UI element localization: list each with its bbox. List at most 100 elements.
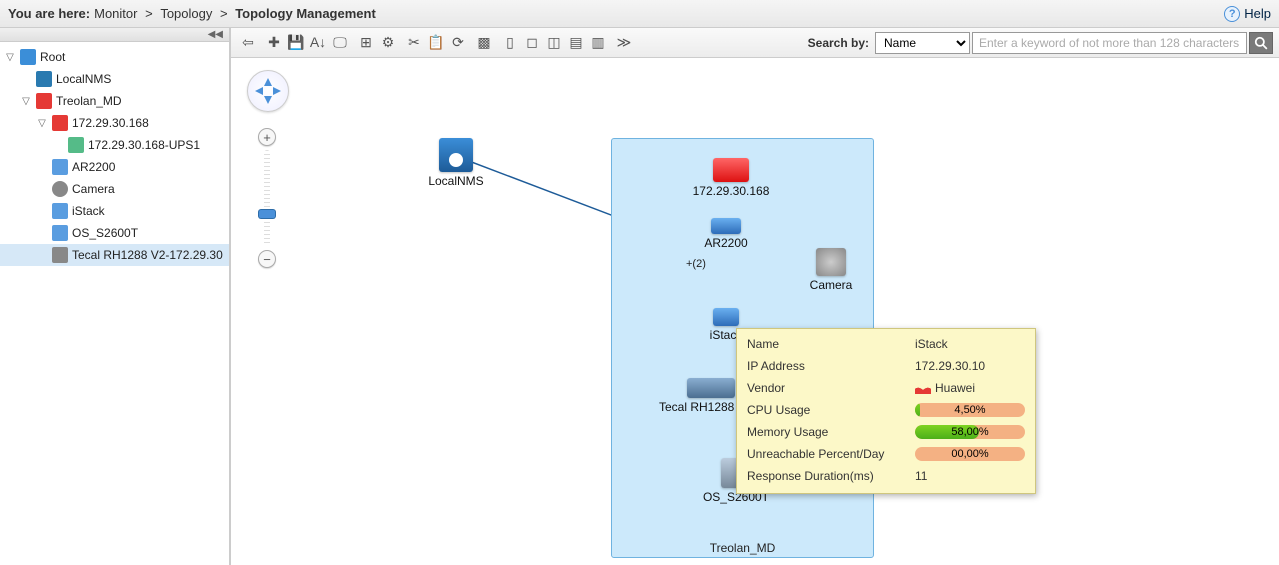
mem-bar: 58,00%	[915, 425, 1025, 439]
breadcrumb: You are here: Monitor > Topology > Topol…	[8, 6, 376, 21]
tt-unreach-k: Unreachable Percent/Day	[747, 447, 915, 461]
tree-item-label: Treolan_MD	[56, 94, 122, 108]
tree-item-icon	[68, 137, 84, 153]
huawei-logo-icon	[915, 382, 931, 394]
node-camera[interactable]: Camera	[776, 248, 886, 292]
toolbar-button-3[interactable]: A↓	[307, 31, 329, 53]
tree-toggle-icon[interactable]: ▽	[20, 96, 32, 107]
help-icon: ?	[1224, 6, 1240, 22]
breadcrumb-seg-0[interactable]: Monitor	[94, 6, 137, 21]
unreach-bar: 00,00%	[915, 447, 1025, 461]
tree-item-0[interactable]: ▽Root	[0, 46, 229, 68]
tree-item-icon	[52, 203, 68, 219]
toolbar-button-13[interactable]: ◫	[543, 32, 565, 54]
gateway-icon	[713, 158, 749, 182]
tree-item-icon	[52, 181, 68, 197]
tree-item-6[interactable]: Camera	[0, 178, 229, 200]
topology-canvas[interactable]: + − LocalNMS Treolan_MD	[231, 58, 1279, 565]
tree-item-label: Camera	[72, 182, 115, 196]
search-icon	[1254, 36, 1268, 50]
breadcrumb-bar: You are here: Monitor > Topology > Topol…	[0, 0, 1279, 28]
toolbar-button-4[interactable]: 🖵	[329, 32, 351, 54]
zoom-handle[interactable]	[259, 210, 275, 218]
search-field-select[interactable]: Name	[875, 32, 970, 54]
link-annotation: +(2)	[686, 258, 706, 270]
node-gateway[interactable]: 172.29.30.168	[676, 158, 786, 198]
tree-item-icon	[36, 71, 52, 87]
tree-item-8[interactable]: OS_S2600T	[0, 222, 229, 244]
toolbar-button-0[interactable]: ⇦	[237, 32, 259, 54]
breadcrumb-seg-1[interactable]: Topology	[160, 6, 212, 21]
toolbar-button-9[interactable]: ⟳	[447, 32, 469, 54]
tt-name-k: Name	[747, 337, 915, 351]
tree-item-icon	[52, 247, 68, 263]
device-tree[interactable]: ▽Root LocalNMS ▽ Treolan_MD ▽ 172.29.30.168 17…	[0, 42, 229, 565]
tt-unreach-v: 00,00%	[951, 448, 988, 460]
tree-item-5[interactable]: AR2200	[0, 156, 229, 178]
chevron-left-icon: ◀◀	[208, 29, 223, 40]
toolbar-button-6[interactable]: ⚙	[377, 32, 399, 54]
router-icon	[711, 218, 741, 234]
tt-resp-v: 11	[915, 469, 1025, 483]
tree-item-label: Tecal RH1288 V2-172.29.30	[72, 248, 223, 262]
zoom-out-button[interactable]: −	[258, 250, 276, 268]
tree-item-label: iStack	[72, 204, 105, 218]
node-localnms[interactable]: LocalNMS	[401, 138, 511, 188]
node-gateway-label: 172.29.30.168	[693, 184, 770, 198]
switch-icon	[713, 308, 739, 326]
search-input[interactable]	[972, 32, 1247, 54]
search-button[interactable]	[1249, 32, 1273, 54]
camera-icon	[816, 248, 846, 276]
compass-icon	[253, 76, 283, 106]
topology-group-label: Treolan_MD	[612, 541, 873, 555]
tt-name-v: iStack	[915, 337, 1025, 351]
sidebar-collapse-button[interactable]: ◀◀	[0, 28, 229, 42]
main-area: ◀◀ ▽Root LocalNMS ▽ Treolan_MD ▽ 172.29.30.16…	[0, 28, 1279, 565]
tree-toggle-icon[interactable]: ▽	[4, 52, 16, 63]
tree-item-icon	[52, 225, 68, 241]
help-label: Help	[1244, 6, 1271, 21]
tree-item-label: AR2200	[72, 160, 115, 174]
node-camera-label: Camera	[810, 278, 853, 292]
toolbar: ⇦✚💾A↓🖵⊞⚙✂📋⟳▩▯◻◫▤▥≫ Search by: Name	[231, 28, 1279, 58]
tt-ip-k: IP Address	[747, 359, 915, 373]
tree-item-7[interactable]: iStack	[0, 200, 229, 222]
toolbar-button-10[interactable]: ▩	[473, 32, 495, 54]
help-link[interactable]: ? Help	[1224, 6, 1271, 22]
tree-item-label: LocalNMS	[56, 72, 111, 86]
zoom-in-button[interactable]: +	[258, 128, 276, 146]
pan-compass[interactable]	[247, 70, 289, 112]
tree-item-4[interactable]: 172.29.30.168-UPS1	[0, 134, 229, 156]
toolbar-button-2[interactable]: 💾	[285, 32, 307, 54]
tt-vendor-v: Huawei	[935, 381, 975, 395]
tree-item-1[interactable]: LocalNMS	[0, 68, 229, 90]
tree-item-icon	[36, 93, 52, 109]
toolbar-button-7[interactable]: ✂	[403, 32, 425, 54]
node-ar2200[interactable]: AR2200	[671, 218, 781, 250]
toolbar-button-8[interactable]: 📋	[425, 32, 447, 54]
toolbar-button-15[interactable]: ▥	[587, 32, 609, 54]
toolbar-button-14[interactable]: ▤	[565, 32, 587, 54]
toolbar-button-11[interactable]: ▯	[499, 32, 521, 54]
toolbar-button-16[interactable]: ≫	[613, 32, 635, 54]
breadcrumb-prefix: You are here:	[8, 6, 90, 21]
tt-cpu-k: CPU Usage	[747, 403, 915, 417]
node-localnms-label: LocalNMS	[428, 174, 483, 188]
tree-toggle-icon[interactable]: ▽	[36, 118, 48, 129]
tree-item-3[interactable]: ▽ 172.29.30.168	[0, 112, 229, 134]
tree-item-icon	[20, 49, 36, 65]
tree-item-label: 172.29.30.168-UPS1	[88, 138, 200, 152]
device-tooltip: NameiStack IP Address172.29.30.10 Vendor…	[736, 328, 1036, 494]
tt-resp-k: Response Duration(ms)	[747, 469, 915, 483]
breadcrumb-seg-2[interactable]: Topology Management	[235, 6, 376, 21]
tree-item-2[interactable]: ▽ Treolan_MD	[0, 90, 229, 112]
zoom-control: + −	[261, 128, 273, 268]
toolbar-button-12[interactable]: ◻	[521, 32, 543, 54]
tree-item-label: OS_S2600T	[72, 226, 138, 240]
tree-item-label: 172.29.30.168	[72, 116, 149, 130]
toolbar-button-5[interactable]: ⊞	[355, 32, 377, 54]
tree-item-9[interactable]: Tecal RH1288 V2-172.29.30	[0, 244, 229, 266]
server-icon	[687, 378, 735, 398]
zoom-slider[interactable]	[264, 150, 270, 246]
toolbar-button-1[interactable]: ✚	[263, 32, 285, 54]
